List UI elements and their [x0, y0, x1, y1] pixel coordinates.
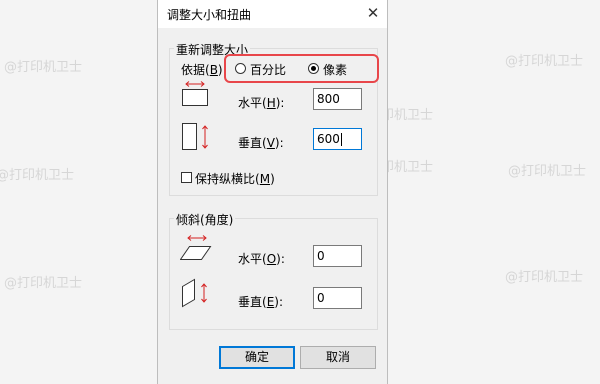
dialog-title: 调整大小和扭曲: [167, 8, 252, 22]
close-button[interactable]: ✕: [359, 0, 387, 28]
skew-horizontal-label: 水平(O):: [238, 252, 285, 266]
radio-pixel-label[interactable]: 像素: [323, 61, 347, 78]
basis-label: 依据(B):: [181, 63, 227, 77]
keep-aspect-ratio-label[interactable]: 保持纵横比(M): [195, 170, 275, 187]
skew-vertical-input[interactable]: 0: [313, 287, 362, 309]
skew-vertical-label: 垂直(E):: [238, 295, 284, 309]
title-bar[interactable]: 调整大小和扭曲 ✕: [158, 0, 387, 28]
skew-horizontal-input[interactable]: 0: [313, 245, 362, 267]
cancel-button[interactable]: 取消: [300, 346, 376, 369]
resize-horizontal-label: 水平(H):: [238, 96, 285, 110]
skew-vertical-icon: [182, 278, 207, 308]
watermark: @打印机卫士: [4, 276, 83, 291]
keep-aspect-ratio-checkbox[interactable]: [181, 172, 192, 183]
text-caret: [340, 133, 342, 146]
resize-vertical-label: 垂直(V):: [238, 136, 284, 150]
resize-horizontal-icon: [182, 81, 208, 106]
watermark: @打印机卫士: [0, 168, 75, 183]
radio-pixel[interactable]: [308, 63, 319, 74]
skew-horizontal-icon: [180, 235, 212, 260]
close-icon: ✕: [366, 4, 380, 22]
watermark: @打印机卫士: [4, 60, 83, 75]
ok-button[interactable]: 确定: [219, 346, 295, 369]
resize-skew-dialog: 调整大小和扭曲 ✕ 重新调整大小 依据(B): 百分比 像素 水平(H): 80…: [157, 0, 388, 384]
resize-horizontal-input[interactable]: 800: [313, 88, 362, 110]
watermark: @打印机卫士: [505, 54, 584, 69]
radio-percent[interactable]: [235, 63, 246, 74]
resize-vertical-icon: [182, 123, 208, 150]
highlight-box: [224, 54, 379, 83]
radio-percent-label[interactable]: 百分比: [250, 61, 286, 78]
watermark: @打印机卫士: [505, 270, 584, 285]
resize-vertical-input[interactable]: 600: [313, 128, 362, 150]
watermark: @打印机卫士: [508, 164, 587, 179]
skew-group-label: 倾斜(角度): [174, 211, 236, 228]
